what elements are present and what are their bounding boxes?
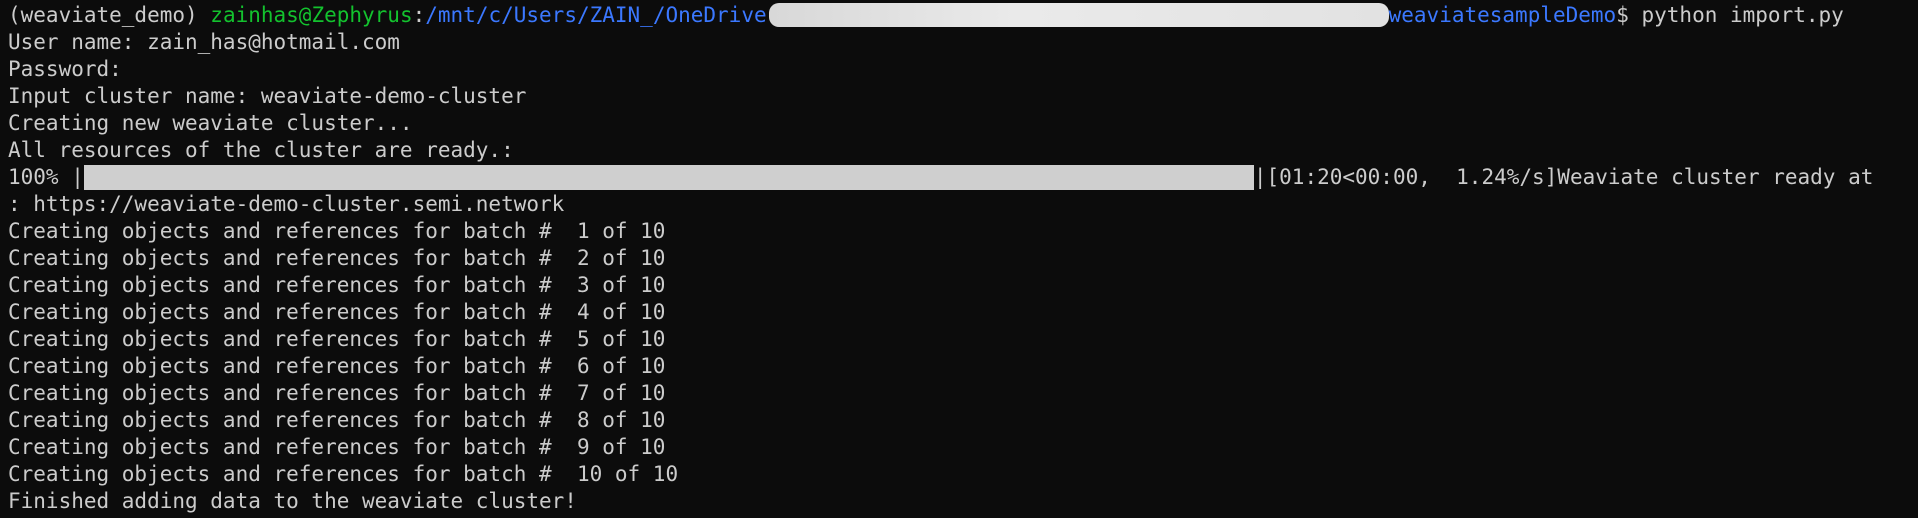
password-line: Password: <box>8 57 122 81</box>
batch-line: Creating objects and references for batc… <box>8 327 666 351</box>
redacted-path-region <box>768 3 1389 27</box>
batch-line: Creating objects and references for batc… <box>8 435 666 459</box>
progress-percent: 100% | <box>8 165 84 189</box>
path-start: /mnt/c/Users/ZAIN_/OneDrive <box>425 3 767 27</box>
cluster-url-line: : https://weaviate-demo-cluster.semi.net… <box>8 192 565 216</box>
progress-bar <box>83 165 1254 190</box>
user-host: zainhas@Zephyrus <box>210 3 413 27</box>
batch-line: Creating objects and references for batc… <box>8 300 666 324</box>
next-prompt-partial <box>8 511 1608 518</box>
batch-line: Creating objects and references for batc… <box>8 354 666 378</box>
prompt-line: (weaviate_demo) zainhas@Zephyrus:/mnt/c/… <box>8 2 1918 29</box>
prompt-dollar: $ <box>1616 3 1642 27</box>
batch-line: Creating objects and references for batc… <box>8 246 666 270</box>
progress-end-pipe: | <box>1253 165 1267 189</box>
batch-line: Creating objects and references for batc… <box>8 408 666 432</box>
batch-line: Creating objects and references for batc… <box>8 381 666 405</box>
creating-cluster-line: Creating new weaviate cluster... <box>8 111 413 135</box>
terminal-window[interactable]: (weaviate_demo) zainhas@Zephyrus:/mnt/c/… <box>0 0 1918 518</box>
cluster-name-line: Input cluster name: weaviate-demo-cluste… <box>8 84 527 108</box>
username-line: User name: zain_has@hotmail.com <box>8 30 400 54</box>
batch-line: Creating objects and references for batc… <box>8 273 666 297</box>
progress-bar-fill <box>83 165 1254 190</box>
batch-line: Creating objects and references for batc… <box>8 462 679 486</box>
prompt-colon: : <box>412 3 426 27</box>
conda-env: (weaviate_demo) <box>8 3 211 27</box>
progress-line: 100% | |[01:20<00:00, 1.24%/s]Weaviate cl… <box>8 164 1918 191</box>
command-text: python import.py <box>1641 3 1844 27</box>
path-end: weaviatesampleDemo <box>1388 3 1617 27</box>
resources-ready-line: All resources of the cluster are ready.: <box>8 138 514 162</box>
progress-timing: [01:20<00:00, 1.24%/s]Weaviate cluster r… <box>1266 165 1874 189</box>
batch-list: Creating objects and references for batc… <box>8 218 1918 488</box>
batch-line: Creating objects and references for batc… <box>8 219 666 243</box>
